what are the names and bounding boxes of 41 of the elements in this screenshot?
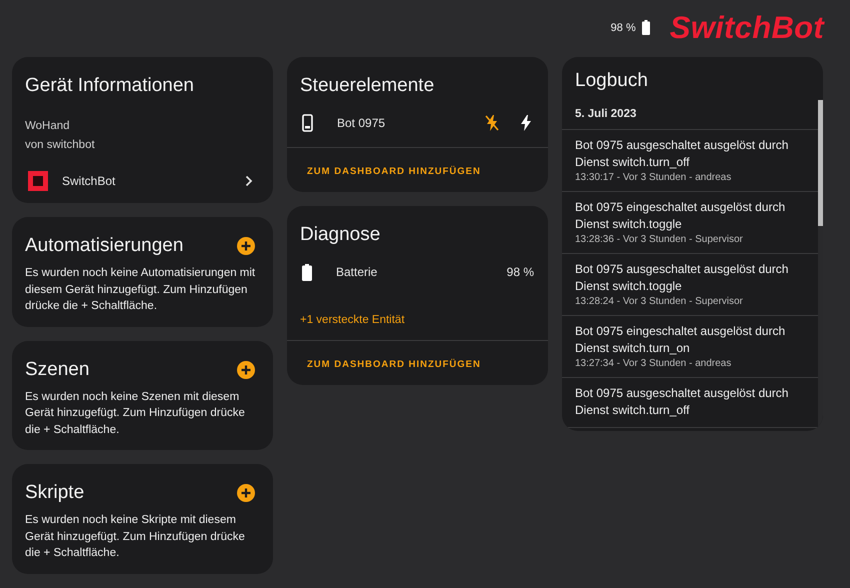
- log-meta: 13:28:24 - Vor 3 Stunden - Supervisor: [575, 296, 744, 307]
- card-title: Steuerelemente: [300, 75, 434, 97]
- logo: SwitchBot: [670, 10, 824, 46]
- log-message: Bot 0975 ausgeschaltet ausgelöst durch Dienst switch.turn_off: [575, 385, 790, 419]
- entity-value: 98 %: [506, 265, 534, 279]
- flash-button[interactable]: [518, 114, 534, 132]
- entity-name[interactable]: Batterie: [336, 265, 507, 279]
- card-title: Szenen: [25, 358, 90, 380]
- battery-icon: [642, 20, 650, 35]
- hidden-entities-link[interactable]: +1 versteckte Entität: [287, 290, 548, 340]
- battery-icon: [302, 264, 312, 280]
- entity-name[interactable]: Bot 0975: [337, 116, 466, 130]
- flash-off-button[interactable]: [484, 114, 500, 132]
- add-icon[interactable]: [237, 360, 255, 378]
- empty-message: Es wurden noch keine Skripte mit diesem Gerät hinzugefügt. Zum Hinzufügen drücke die + Schaltfläche.: [24, 513, 246, 561]
- log-meta: 13:28:36 - Vor 3 Stunden - Supervisor: [575, 234, 744, 245]
- add-icon[interactable]: [237, 484, 255, 502]
- log-message: Bot 0975 eingeschaltet ausgelöst durch Dienst switch.turn_on: [575, 323, 786, 357]
- log-message: Bot 0975 eingeschaltet ausgelöst durch Dienst switch.toggle: [575, 199, 786, 233]
- add-to-dashboard-button[interactable]: ZUM DASHBOARD HINZUFÜGEN: [307, 166, 481, 177]
- log-meta: 13:27:34 - Vor 3 Stunden - andreas: [575, 358, 732, 369]
- add-icon[interactable]: [237, 237, 255, 255]
- scrollbar-thumb[interactable]: [818, 100, 823, 226]
- card-title: Automatisierungen: [25, 235, 184, 257]
- card-title: Logbuch: [575, 70, 649, 92]
- log-meta: 13:30:17 - Vor 3 Stunden - andreas: [575, 172, 732, 183]
- card-title: Diagnose: [300, 224, 380, 246]
- battery-level: 98 %: [610, 22, 636, 34]
- add-to-dashboard-button[interactable]: ZUM DASHBOARD HINZUFÜGEN: [307, 359, 481, 370]
- log-message: Bot 0975 ausgeschaltet ausgelöst durch Dienst switch.toggle: [575, 261, 790, 295]
- device-model: WoHand: [25, 119, 71, 134]
- empty-message: Es wurden noch keine Automatisierungen mit diesem Gerät hinzugefügt. Zum Hinzufügen drücke die + Schaltfläche.: [24, 266, 256, 314]
- chevron-icon[interactable]: [245, 175, 253, 187]
- device-manufacturer: von switchbot: [25, 138, 96, 153]
- card-title: Skripte: [25, 482, 84, 504]
- integration-icon: [28, 171, 48, 191]
- phone-icon: [302, 114, 313, 132]
- integration-link[interactable]: SwitchBot: [62, 174, 231, 188]
- empty-message: Es wurden noch keine Szenen mit diesem Gerät hinzugefügt. Zum Hinzufügen drücke die + Schaltfläche.: [24, 390, 246, 438]
- card-title: Gerät Informationen: [25, 75, 194, 97]
- log-message: Bot 0975 ausgeschaltet ausgelöst durch Dienst switch.turn_off: [575, 137, 790, 171]
